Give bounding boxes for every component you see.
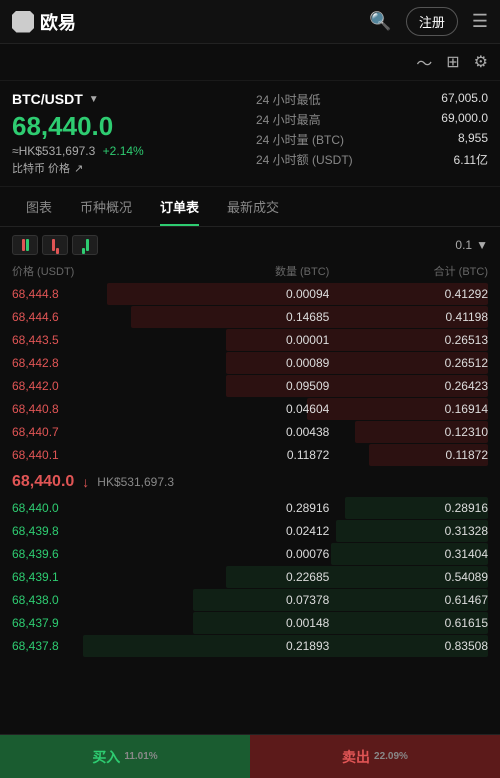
bid-row[interactable]: 68,440.0 0.28916 0.28916 [12,497,488,519]
tab-chart[interactable]: 图表 [12,187,66,226]
stat-low: 24 小时最低 67,005.0 [256,91,488,108]
buy-pct: 11.01% [124,751,157,762]
bottom-bar: 买入 11.01% 卖出 22.09% [0,734,500,778]
ask-row[interactable]: 68,442.0 0.09509 0.26423 [12,375,488,397]
price-section: BTC/USDT ▼ 68,440.0 ≈HK$531,697.3 +2.14%… [0,81,500,187]
tab-market[interactable]: 币种概况 [66,187,146,226]
bid-row[interactable]: 68,438.0 0.07378 0.61467 [12,589,488,611]
ob-view-buttons [12,235,98,255]
main-price: 68,440.0 [12,111,244,142]
ask-rows: 68,444.8 0.00094 0.41292 68,444.6 0.1468… [12,283,488,466]
sell-pct: 22.09% [374,751,408,762]
change-pct: +2.14% [103,144,144,158]
tab-orderbook[interactable]: 订单表 [146,187,213,226]
stat-high: 24 小时最高 69,000.0 [256,111,488,128]
header-right: 🔍 注册 ☰ [369,7,488,36]
logo[interactable]: 欧易 [12,9,76,35]
mid-price-row: 68,440.0 ↓ HK$531,697.3 [12,467,488,497]
ask-row[interactable]: 68,443.5 0.00001 0.26513 [12,329,488,351]
ask-row[interactable]: 68,440.1 0.11872 0.11872 [12,444,488,466]
pair-title[interactable]: BTC/USDT ▼ [12,91,244,107]
hk-price: ≈HK$531,697.3 +2.14% [12,144,244,158]
pair-label: BTC/USDT [12,91,83,107]
ask-row[interactable]: 68,440.7 0.00438 0.12310 [12,421,488,443]
sub-header: 〜 ⊞ ⚙ [0,44,500,81]
register-button[interactable]: 注册 [406,7,458,36]
bid-row[interactable]: 68,439.1 0.22685 0.54089 [12,566,488,588]
view-bids-button[interactable] [72,235,98,255]
view-both-button[interactable] [12,235,38,255]
ob-controls: 0.1 ▼ [12,235,488,255]
bid-rows: 68,440.0 0.28916 0.28916 68,439.8 0.0241… [12,497,488,657]
chart-wave-icon[interactable]: 〜 [416,50,432,74]
order-book: 0.1 ▼ 价格 (USDT) 数量 (BTC) 合计 (BTC) 68,444… [0,227,500,657]
tab-trades[interactable]: 最新成交 [213,187,293,226]
price-left: BTC/USDT ▼ 68,440.0 ≈HK$531,697.3 +2.14%… [12,91,244,176]
mid-price: 68,440.0 [12,473,74,491]
sell-button[interactable]: 卖出 22.09% [250,735,500,778]
header: 欧易 🔍 注册 ☰ [0,0,500,44]
mid-hk-price: HK$531,697.3 [97,475,174,489]
tabs-bar: 图表 币种概况 订单表 最新成交 [0,187,500,227]
buy-button[interactable]: 买入 11.01% [0,735,250,778]
ask-row[interactable]: 68,444.6 0.14685 0.41198 [12,306,488,328]
precision-selector[interactable]: 0.1 ▼ [455,238,488,252]
view-asks-button[interactable] [42,235,68,255]
logo-text: 欧易 [40,9,76,35]
menu-icon[interactable]: ☰ [472,11,488,32]
ob-column-headers: 价格 (USDT) 数量 (BTC) 合计 (BTC) [12,263,488,279]
grid-icon[interactable]: ⊞ [446,52,459,72]
bid-row[interactable]: 68,437.8 0.21893 0.83508 [12,635,488,657]
external-link-icon: ↗ [74,162,83,175]
stat-vol-usdt: 24 小时额 (USDT) 6.11亿 [256,151,488,168]
ask-row[interactable]: 68,444.8 0.00094 0.41292 [12,283,488,305]
bid-row[interactable]: 68,439.8 0.02412 0.31328 [12,520,488,542]
ask-row[interactable]: 68,440.8 0.04604 0.16914 [12,398,488,420]
arrow-down-icon: ↓ [82,474,89,490]
price-stats: 24 小时最低 67,005.0 24 小时最高 69,000.0 24 小时量… [256,91,488,176]
logo-icon [12,11,34,33]
ask-row[interactable]: 68,442.8 0.00089 0.26512 [12,352,488,374]
settings-icon[interactable]: ⚙ [474,52,488,72]
chevron-down-icon: ▼ [89,94,99,105]
bid-row[interactable]: 68,437.9 0.00148 0.61615 [12,612,488,634]
chevron-down-icon: ▼ [476,238,488,252]
search-icon[interactable]: 🔍 [369,11,391,32]
btc-label: 比特币 价格 ↗ [12,160,244,176]
bid-row[interactable]: 68,439.6 0.00076 0.31404 [12,543,488,565]
stat-vol-btc: 24 小时量 (BTC) 8,955 [256,131,488,148]
